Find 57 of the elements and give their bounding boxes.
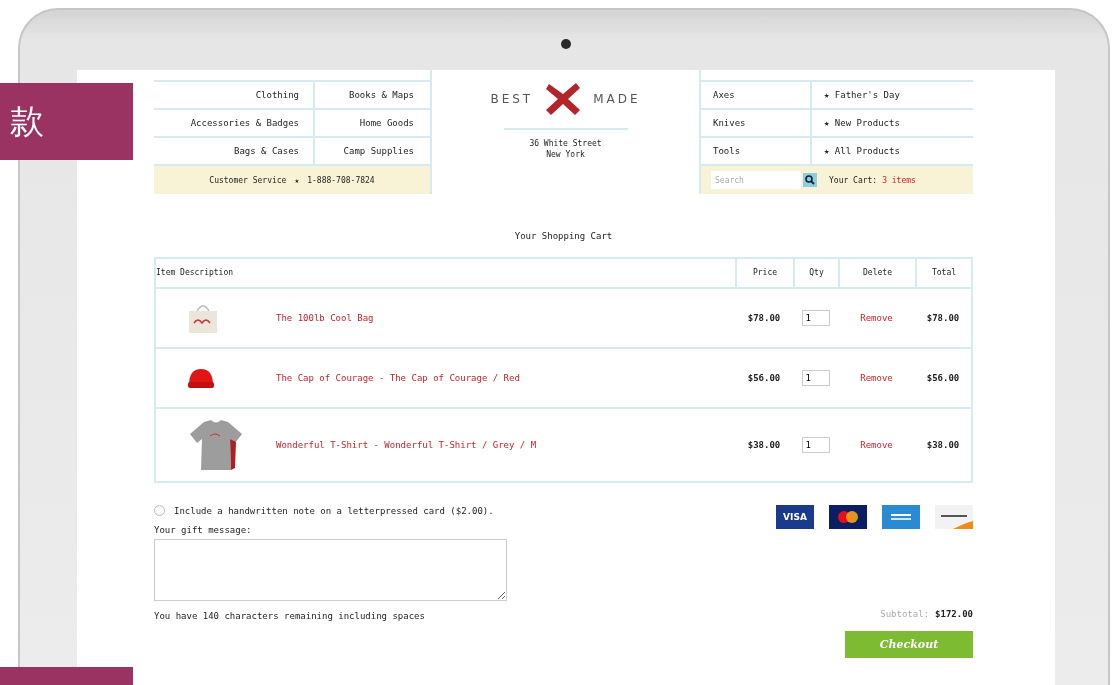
price-cell-text: $38.00	[746, 440, 782, 450]
characters-remaining-text: You have 140 characters remaining including spaces	[154, 611, 426, 621]
quantity-field[interactable]: 1	[801, 310, 830, 326]
column-header: Total	[915, 259, 971, 287]
search-field[interactable]: Search	[711, 171, 801, 189]
nav-link[interactable]: ★ All Products	[812, 138, 973, 164]
nav-link[interactable]: Home Goods	[315, 110, 430, 136]
product-link[interactable]: The 100lb Cool Bag	[276, 313, 374, 323]
remove-link[interactable]: Remove	[860, 373, 893, 383]
note-label: Include a handwritten note on a letterpressed card ($2.00).	[174, 505, 494, 516]
amex-card-icon	[882, 505, 920, 529]
nav-link[interactable]: Clothing	[154, 82, 315, 108]
remove-link[interactable]: Remove	[860, 313, 893, 323]
product-link[interactable]: Wonderful T-Shirt - Wonderful T-Shirt / Grey / M	[276, 440, 537, 450]
gift-message-label: Your gift message:	[154, 525, 253, 535]
total-cell-text: $78.00	[925, 313, 961, 323]
nav-link[interactable]: Axes	[701, 82, 812, 108]
nav-link[interactable]: Accessories & Badges	[154, 110, 315, 136]
price-cell-text: $78.00	[746, 313, 782, 323]
beanie-icon	[186, 367, 216, 389]
address-line: New York	[546, 149, 585, 160]
product-link[interactable]: The Cap of Courage - The Cap of Courage / Red	[276, 373, 520, 383]
subtotal-value: $172.00	[935, 609, 973, 619]
subtotal-label: Subtotal:	[880, 609, 930, 619]
mastercard-icon	[829, 505, 867, 529]
address-line: 36 White Street	[529, 138, 602, 149]
price-cell-text: $56.00	[746, 373, 782, 383]
camera-icon	[561, 39, 571, 49]
logo-text: BEST	[490, 92, 534, 106]
total-cell-text: $56.00	[925, 373, 961, 383]
remove-link[interactable]: Remove	[860, 440, 893, 450]
column-header: Item Description	[156, 267, 235, 279]
star-glyph: ★	[294, 175, 300, 185]
quantity-field[interactable]: 1	[801, 437, 830, 453]
quantity-field[interactable]: 1	[801, 370, 830, 386]
visa-card-icon: VISA	[776, 505, 814, 529]
column-header: Delete	[838, 259, 915, 287]
cart-label: Your Cart:	[829, 175, 878, 185]
search-icon[interactable]	[803, 173, 817, 187]
column-header: Qty	[793, 259, 838, 287]
cross-logo-icon	[545, 82, 582, 116]
nav-link[interactable]: Camp Supplies	[315, 138, 430, 164]
nav-link[interactable]: ★ Father's Day	[812, 82, 973, 108]
cart-count-link[interactable]: 3 items	[882, 175, 916, 185]
nav-link[interactable]: ★ New Products	[812, 110, 973, 136]
nav-link[interactable]: Knives	[701, 110, 812, 136]
column-header: Price	[735, 259, 793, 287]
phone-number: 1-888-708-7824	[307, 175, 375, 185]
service-label: Customer Service	[209, 175, 287, 185]
logo-text: MADE	[593, 92, 641, 106]
total-cell-text: $38.00	[925, 440, 961, 450]
page-title: Your Shopping Cart	[513, 231, 614, 241]
gift-message-field[interactable]	[154, 539, 507, 601]
caption-text: 款	[10, 99, 44, 143]
nav-link[interactable]: Books & Maps	[315, 82, 430, 108]
discover-card-icon	[935, 505, 973, 529]
note-checkbox[interactable]	[154, 505, 165, 516]
